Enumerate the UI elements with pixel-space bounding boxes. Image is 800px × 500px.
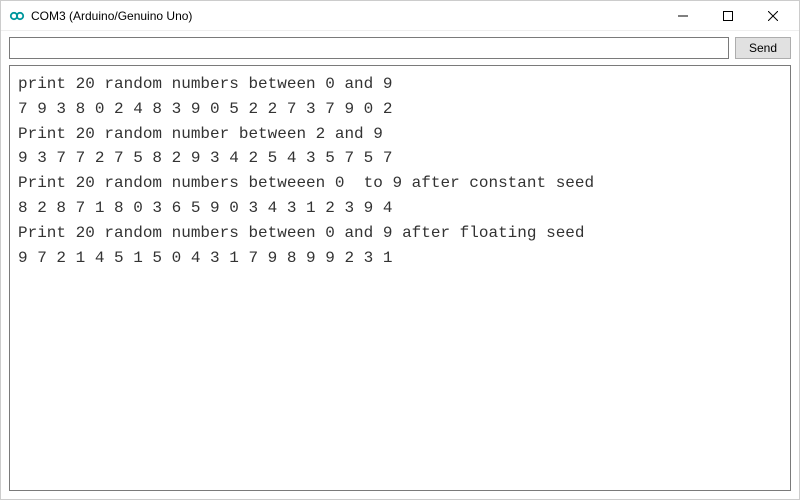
console-line: 8 2 8 7 1 8 0 3 6 5 9 0 3 4 3 1 2 3 9 4 xyxy=(18,196,782,221)
console-line: print 20 random numbers between 0 and 9 xyxy=(18,72,782,97)
console-line: 9 3 7 7 2 7 5 8 2 9 3 4 2 5 4 3 5 7 5 7 xyxy=(18,146,782,171)
minimize-button[interactable] xyxy=(660,1,705,31)
maximize-button[interactable] xyxy=(705,1,750,31)
serial-monitor-window: COM3 (Arduino/Genuino Uno) Send print 20… xyxy=(0,0,800,500)
send-button[interactable]: Send xyxy=(735,37,791,59)
serial-toolbar: Send xyxy=(1,31,799,65)
console-line: Print 20 random numbers between 0 and 9 … xyxy=(18,221,782,246)
console-line: Print 20 random numbers betweeen 0 to 9 … xyxy=(18,171,782,196)
window-title: COM3 (Arduino/Genuino Uno) xyxy=(31,9,660,23)
serial-output[interactable]: print 20 random numbers between 0 and 9 … xyxy=(9,65,791,491)
console-line: 7 9 3 8 0 2 4 8 3 9 0 5 2 2 7 3 7 9 0 2 xyxy=(18,97,782,122)
console-line: 9 7 2 1 4 5 1 5 0 4 3 1 7 9 8 9 9 2 3 1 xyxy=(18,246,782,271)
serial-input[interactable] xyxy=(9,37,729,59)
arduino-infinity-icon xyxy=(9,8,25,24)
titlebar: COM3 (Arduino/Genuino Uno) xyxy=(1,1,799,31)
console-line: Print 20 random number between 2 and 9 xyxy=(18,122,782,147)
close-button[interactable] xyxy=(750,1,795,31)
window-controls xyxy=(660,1,795,31)
